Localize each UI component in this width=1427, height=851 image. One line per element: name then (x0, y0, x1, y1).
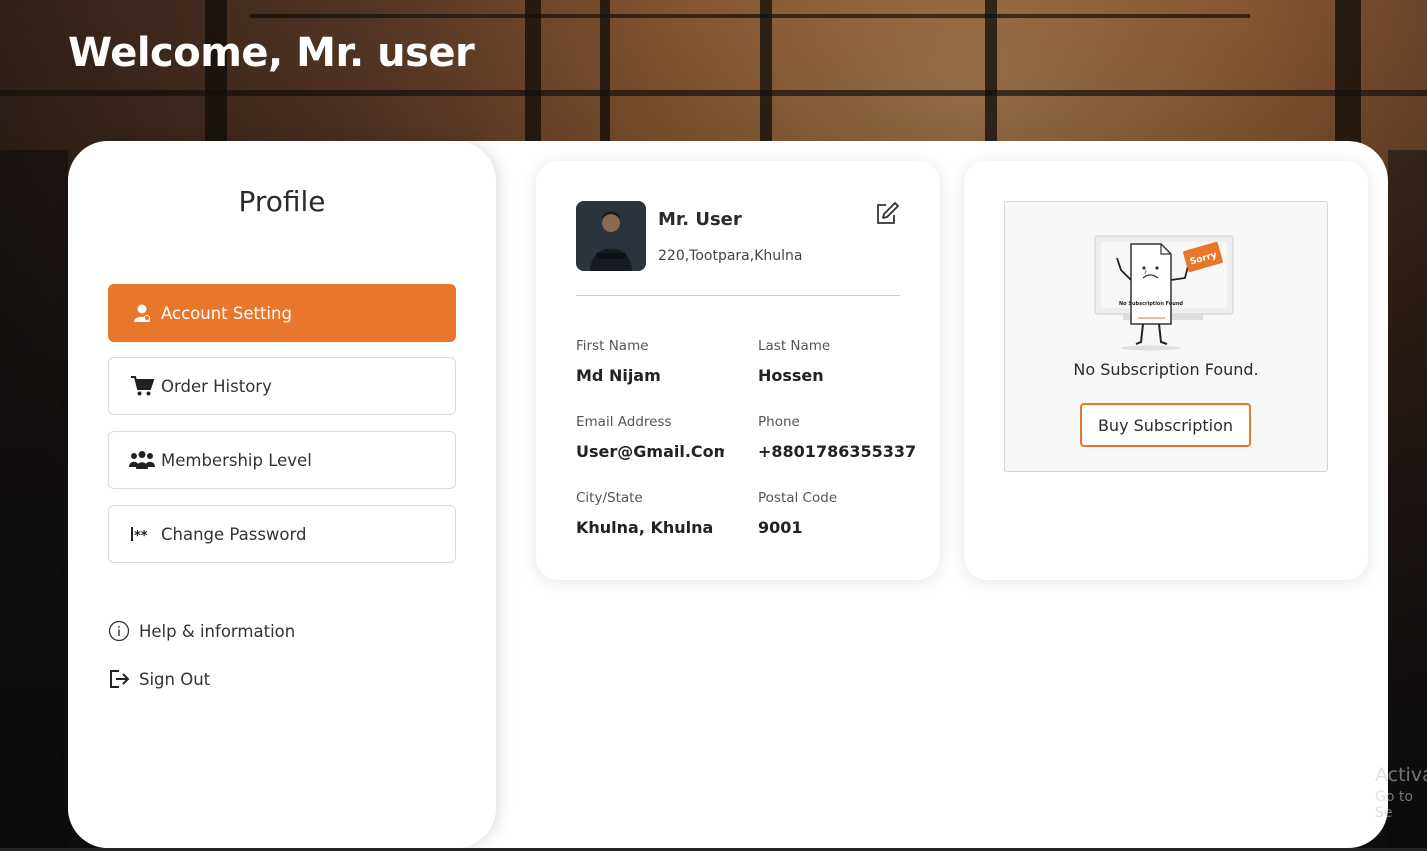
profile-address: 220,Tootpara,Khulna (658, 248, 803, 264)
help-information-link[interactable]: Help & information (108, 619, 295, 643)
sidebar-item-change-password[interactable]: ** Change Password (108, 505, 456, 563)
user-icon (129, 301, 155, 325)
buy-subscription-button[interactable]: Buy Subscription (1080, 403, 1251, 447)
sidebar-item-label: Account Setting (161, 303, 292, 323)
sign-out-icon (108, 667, 132, 691)
last-name-label: Last Name (758, 338, 831, 354)
sidebar-item-label: Membership Level (161, 450, 312, 470)
group-icon (129, 448, 155, 472)
edit-icon[interactable] (874, 201, 900, 227)
last-name-value: Hossen (758, 366, 824, 385)
first-name-label: First Name (576, 338, 649, 354)
subscription-empty-box: No Subscription Found Sorry No Subscript… (1004, 201, 1328, 472)
no-subscription-text: No Subscription Found. (1073, 360, 1259, 379)
activation-watermark-subtitle: Go to Se (1375, 789, 1413, 821)
profile-divider (576, 295, 900, 296)
activation-watermark-title: Activa (1375, 764, 1427, 786)
sidebar-item-membership-level[interactable]: Membership Level (108, 431, 456, 489)
info-icon (108, 619, 132, 643)
city-state-label: City/State (576, 490, 643, 506)
email-label: Email Address (576, 414, 672, 430)
welcome-heading: Welcome, Mr. user (68, 30, 475, 76)
sidebar-title: Profile (238, 185, 326, 218)
svg-text:**: ** (134, 529, 148, 542)
postal-code-label: Postal Code (758, 490, 838, 506)
profile-name: Mr. User (658, 209, 742, 230)
help-information-label: Help & information (139, 621, 296, 641)
sidebar-item-account-setting[interactable]: Account Setting (108, 284, 456, 342)
avatar (576, 201, 646, 271)
sidebar-item-order-history[interactable]: Order History (108, 357, 456, 415)
profile-info-card: Mr. User 220,Tootpara,Khulna First Name … (536, 161, 940, 580)
password-icon: ** (129, 522, 155, 546)
no-subscription-illustration: No Subscription Found Sorry (1093, 232, 1243, 357)
postal-code-value: 9001 (758, 518, 803, 537)
first-name-value: Md Nijam (576, 366, 661, 385)
phone-label: Phone (758, 414, 800, 430)
subscription-card: No Subscription Found Sorry No Subscript… (964, 161, 1368, 580)
cart-icon (129, 374, 155, 398)
city-state-value: Khulna, Khulna (576, 518, 714, 537)
sidebar-item-label: Order History (161, 376, 272, 396)
profile-sidebar: Profile Account Setting Order History Me… (68, 141, 496, 848)
sign-out-label: Sign Out (139, 669, 211, 689)
sign-out-link[interactable]: Sign Out (108, 667, 210, 691)
phone-value: +8801786355337 (758, 442, 917, 461)
sidebar-item-label: Change Password (161, 524, 307, 544)
email-value: User@Gmail.Com (576, 442, 724, 461)
illustration-doc-text: No Subscription Found (1119, 301, 1183, 307)
